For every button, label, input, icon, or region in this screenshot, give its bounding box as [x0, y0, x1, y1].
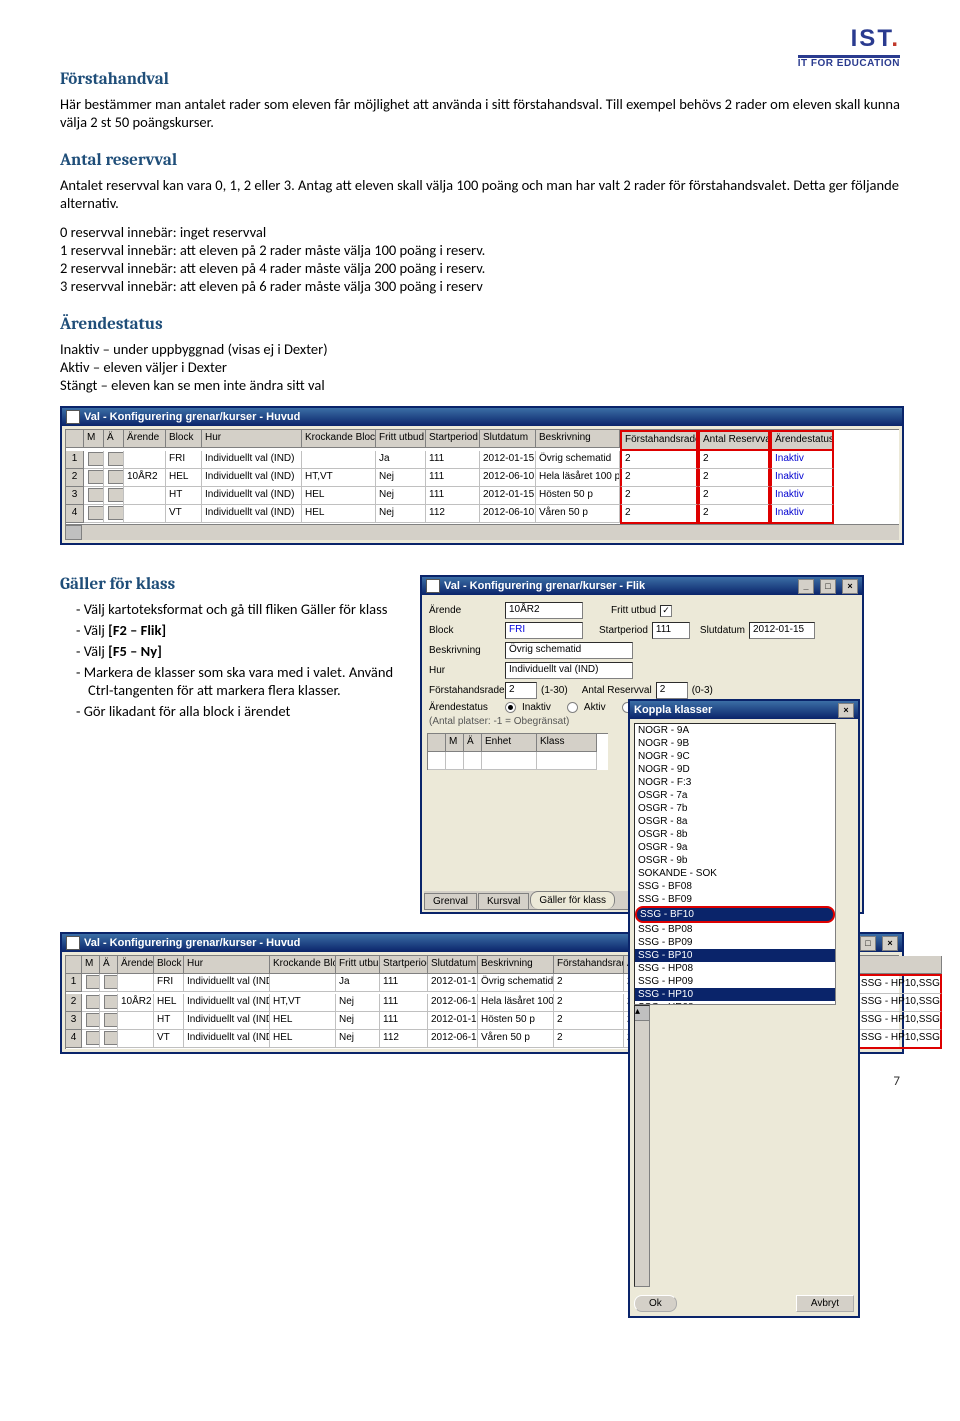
field-slut[interactable]: 2012-01-15	[749, 622, 815, 639]
arendestatus-lines: Inaktiv – under uppbyggnad (visas ej i D…	[60, 340, 900, 394]
vscrollbar[interactable]: ▴	[634, 1005, 650, 1287]
maximize-button[interactable]: □	[860, 936, 876, 951]
titlebar-1: Val - Konfigurering grenar/kurser - Huvu…	[62, 408, 902, 426]
subgrid-enhet-klass[interactable]: MÄEnhetKlass	[427, 733, 608, 770]
logo: IST. IT FOR EDUCATION	[798, 25, 900, 69]
close-button[interactable]: ×	[842, 579, 858, 594]
close-button[interactable]: ×	[882, 936, 898, 951]
para-forstahandval: Här bestämmer man antalet rader som elev…	[60, 95, 900, 131]
window-icon	[426, 579, 440, 593]
radio-inaktiv[interactable]	[505, 702, 516, 713]
close-button[interactable]: ×	[838, 703, 854, 718]
label-fhr: Förstahandsrader	[429, 685, 501, 696]
logo-tagline: IT FOR EDUCATION	[798, 58, 900, 69]
data-grid-1[interactable]: MÄÄrendeBlockHurKrockande BlockFritt utb…	[65, 429, 899, 524]
reservval-lines: 0 reservval innebär: inget reservval 1 r…	[60, 223, 900, 296]
heading-antal-reservval: Antal reservval	[60, 151, 900, 170]
popup-titlebar: Koppla klasser ×	[630, 701, 858, 719]
tab-grenval[interactable]: Grenval	[424, 893, 477, 909]
list-item: Välj kartoteksformat och gå till fliken …	[76, 600, 400, 618]
tab-kursval[interactable]: Kursval	[478, 893, 529, 909]
hscrollbar[interactable]	[65, 524, 899, 540]
window-title: Val - Konfigurering grenar/kurser - Huvu…	[84, 937, 300, 949]
window-huvud-1: Val - Konfigurering grenar/kurser - Huvu…	[60, 406, 904, 545]
checkbox-fritt[interactable]: ✓	[660, 605, 672, 617]
window-icon	[66, 410, 80, 424]
popup-koppla-klasser: Koppla klasser × NOGR - 9ANOGR - 9BNOGR -…	[628, 699, 860, 1318]
avbryt-button[interactable]: Avbryt	[796, 1295, 854, 1312]
popup-title: Koppla klasser	[634, 704, 712, 716]
list-item: Markera de klasser som ska vara med i va…	[76, 663, 400, 699]
list-item: Välj [F2 – Flik]	[76, 621, 400, 639]
field-hur[interactable]: Individuellt val (IND)	[505, 662, 633, 679]
ok-button[interactable]: Ok	[634, 1295, 677, 1312]
logo-text: IST	[851, 25, 892, 52]
maximize-button[interactable]: □	[820, 579, 836, 594]
label-hur: Hur	[429, 665, 501, 676]
window-icon	[66, 936, 80, 950]
label-antal-hint: (Antal platser: -1 = Obegränsat)	[429, 716, 569, 727]
label-arr: Antal Reservval	[582, 685, 652, 696]
field-start[interactable]: 111	[652, 622, 690, 639]
radio-aktiv[interactable]	[567, 702, 578, 713]
field-arr[interactable]: 2	[656, 682, 688, 699]
tab-galler-for-klass[interactable]: Gäller för klass	[530, 891, 615, 909]
para-reservval-intro: Antalet reservval kan vara 0, 1, 2 eller…	[60, 176, 900, 212]
label-arende: Ärende	[429, 605, 501, 616]
field-block[interactable]: FRI	[505, 622, 583, 639]
steps-list: Välj kartoteksformat och gå till fliken …	[60, 600, 400, 720]
minimize-button[interactable]: _	[798, 579, 814, 594]
label-block: Block	[429, 625, 501, 636]
window-title: Val - Konfigurering grenar/kurser - Flik	[444, 580, 645, 592]
titlebar-flik: Val - Konfigurering grenar/kurser - Flik…	[422, 577, 862, 595]
window-flik: Val - Konfigurering grenar/kurser - Flik…	[420, 575, 864, 914]
field-besk[interactable]: Övrig schematid	[505, 642, 633, 659]
label-status: Ärendestatus	[429, 702, 501, 713]
label-fritt: Fritt utbud	[611, 605, 656, 616]
field-fhr[interactable]: 2	[505, 682, 537, 699]
list-item: Välj [F5 – Ny]	[76, 642, 400, 660]
window-title: Val - Konfigurering grenar/kurser - Huvu…	[84, 411, 300, 423]
label-besk: Beskrivning	[429, 645, 501, 656]
field-arende: 10ÅR2	[505, 602, 583, 619]
heading-arendestatus: Ärendestatus	[60, 315, 900, 334]
label-slut: Slutdatum	[700, 625, 745, 636]
klass-listbox[interactable]: NOGR - 9ANOGR - 9BNOGR - 9CNOGR - 9DNOGR…	[634, 723, 836, 1005]
heading-galler-for-klass: Gäller för klass	[60, 575, 400, 594]
heading-forstahandval: Förstahandval	[60, 70, 900, 89]
list-item: Gör likadant för alla block i ärendet	[76, 702, 400, 720]
label-start: Startperiod	[599, 625, 648, 636]
